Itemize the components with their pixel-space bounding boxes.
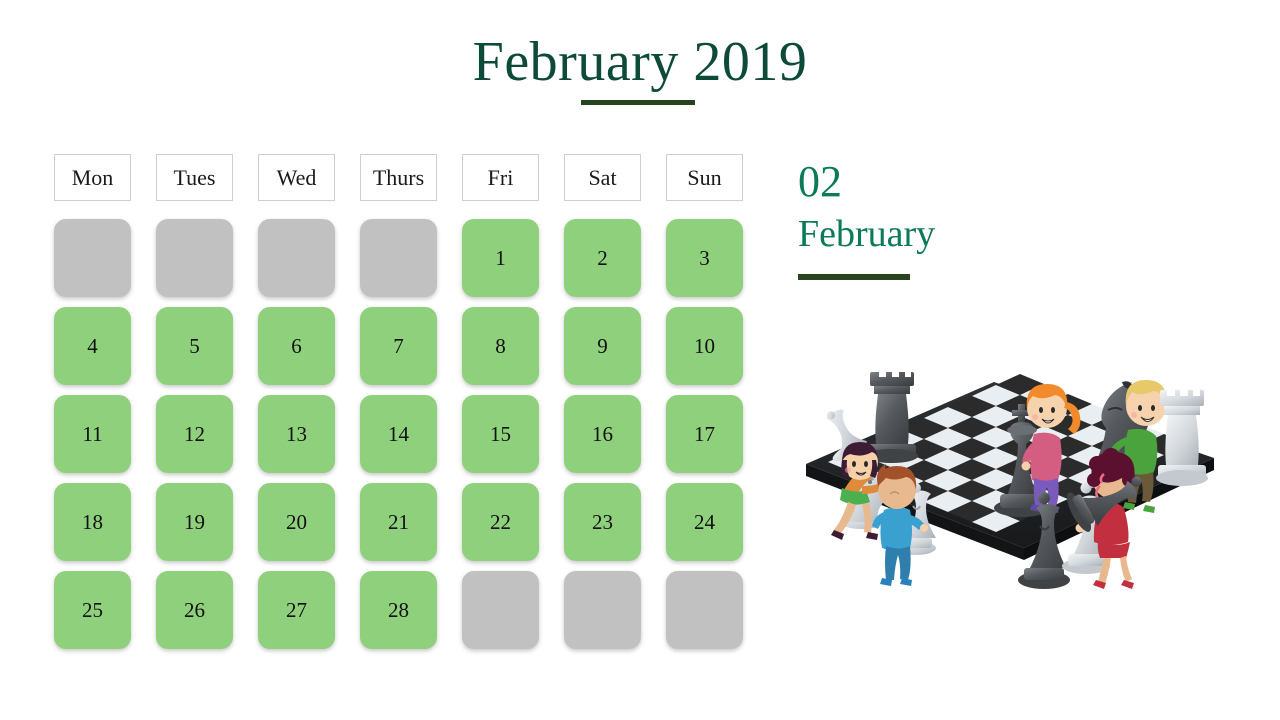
- month-name-underline: [798, 274, 910, 280]
- day-cell[interactable]: 12: [156, 395, 233, 473]
- day-cell[interactable]: 25: [54, 571, 131, 649]
- page-title-text: February 2019: [472, 31, 808, 93]
- day-cell[interactable]: [564, 571, 641, 649]
- weekday-header-sun[interactable]: Sun: [666, 154, 743, 201]
- day-cell[interactable]: 11: [54, 395, 131, 473]
- day-cell[interactable]: 9: [564, 307, 641, 385]
- weekday-header-sat[interactable]: Sat: [564, 154, 641, 201]
- day-cell[interactable]: 6: [258, 307, 335, 385]
- month-summary-panel: 02 February: [798, 158, 1098, 280]
- day-cell[interactable]: [462, 571, 539, 649]
- day-cell[interactable]: 26: [156, 571, 233, 649]
- day-cell[interactable]: 5: [156, 307, 233, 385]
- day-cell[interactable]: 21: [360, 483, 437, 561]
- weekday-header-wed[interactable]: Wed: [258, 154, 335, 201]
- day-cell[interactable]: 24: [666, 483, 743, 561]
- day-cell[interactable]: 10: [666, 307, 743, 385]
- day-cell[interactable]: 3: [666, 219, 743, 297]
- calendar-week-row: 4 5 6 7 8 9 10: [54, 307, 756, 385]
- calendar-weekday-header-row: Mon Tues Wed Thurs Fri Sat Sun: [54, 154, 756, 201]
- weekday-header-tues[interactable]: Tues: [156, 154, 233, 201]
- chess-illustration-svg: [806, 368, 1214, 589]
- calendar-weeks: 1 2 3 4 5 6 7 8 9 10 11 12 13 14 15 16 1…: [54, 219, 756, 649]
- calendar-week-row: 25 26 27 28: [54, 571, 756, 649]
- day-cell[interactable]: 16: [564, 395, 641, 473]
- day-cell[interactable]: 1: [462, 219, 539, 297]
- day-cell[interactable]: 22: [462, 483, 539, 561]
- day-cell[interactable]: [156, 219, 233, 297]
- day-cell[interactable]: 4: [54, 307, 131, 385]
- day-cell[interactable]: [360, 219, 437, 297]
- weekday-header-thurs[interactable]: Thurs: [360, 154, 437, 201]
- day-cell[interactable]: [258, 219, 335, 297]
- day-cell[interactable]: 2: [564, 219, 641, 297]
- day-cell[interactable]: 18: [54, 483, 131, 561]
- day-cell[interactable]: 23: [564, 483, 641, 561]
- day-cell[interactable]: 27: [258, 571, 335, 649]
- day-cell[interactable]: 17: [666, 395, 743, 473]
- day-cell[interactable]: 8: [462, 307, 539, 385]
- day-cell[interactable]: 13: [258, 395, 335, 473]
- month-number: 02: [798, 157, 842, 206]
- calendar-week-row: 1 2 3: [54, 219, 756, 297]
- day-cell[interactable]: [666, 571, 743, 649]
- day-cell[interactable]: 7: [360, 307, 437, 385]
- day-cell[interactable]: 20: [258, 483, 335, 561]
- weekday-header-fri[interactable]: Fri: [462, 154, 539, 201]
- day-cell[interactable]: 15: [462, 395, 539, 473]
- chess-illustration: [798, 362, 1222, 594]
- calendar-grid: Mon Tues Wed Thurs Fri Sat Sun 1 2 3 4 5…: [54, 154, 756, 659]
- dark-rook-notches-icon: [879, 368, 911, 376]
- day-cell[interactable]: 19: [156, 483, 233, 561]
- page-title: February 2019: [0, 30, 1280, 94]
- weekday-header-mon[interactable]: Mon: [54, 154, 131, 201]
- day-cell[interactable]: [54, 219, 131, 297]
- page-title-underline: [581, 100, 695, 105]
- day-cell[interactable]: 14: [360, 395, 437, 473]
- calendar-week-row: 18 19 20 21 22 23 24: [54, 483, 756, 561]
- calendar-week-row: 11 12 13 14 15 16 17: [54, 395, 756, 473]
- day-cell[interactable]: 28: [360, 571, 437, 649]
- month-name: February: [798, 213, 936, 255]
